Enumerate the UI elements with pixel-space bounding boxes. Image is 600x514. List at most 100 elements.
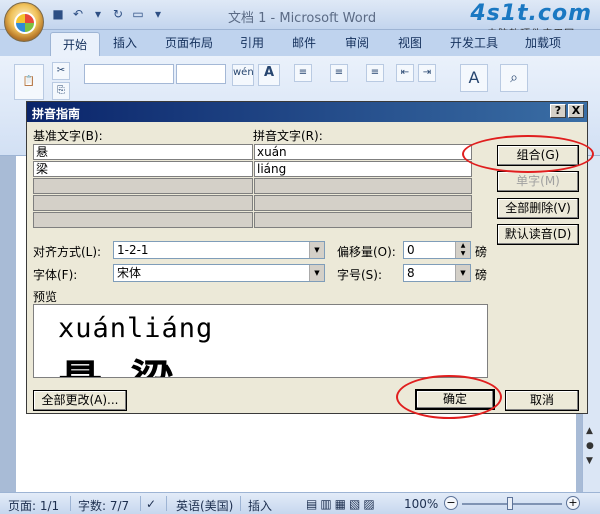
preview-pinyin: xuánliáng <box>58 313 214 344</box>
redo-icon[interactable]: ↻ <box>110 6 126 22</box>
offset-unit: 磅 <box>475 245 488 259</box>
cancel-button[interactable]: 取消 <box>505 390 579 411</box>
tab-view[interactable]: 视图 <box>398 34 422 51</box>
scroll-up-icon[interactable]: ▲ <box>586 426 593 436</box>
quick-access-toolbar: ■ ↶ ▾ ↻ ▭ ▾ <box>50 6 166 22</box>
new-doc-icon[interactable]: ▭ <box>130 6 146 22</box>
offset-label: 偏移量(O): <box>337 245 396 259</box>
font-size-box[interactable] <box>176 64 226 84</box>
word-count[interactable]: 字数: 7/7 <box>78 497 129 514</box>
alignment-value: 1-2-1 <box>117 243 149 257</box>
close-button[interactable]: X <box>568 104 584 118</box>
zoom-in-icon[interactable]: + <box>566 496 580 510</box>
offset-value: 0 <box>407 243 415 257</box>
tab-developer[interactable]: 开发工具 <box>450 34 498 51</box>
tab-insert[interactable]: 插入 <box>113 34 137 51</box>
ruby-text-cell-empty <box>254 178 472 194</box>
size-unit: 磅 <box>475 268 488 282</box>
base-text-label: 基准文字(B): <box>33 129 103 143</box>
clear-all-button[interactable]: 全部删除(V) <box>497 198 579 219</box>
status-divider <box>240 496 241 511</box>
paste-icon[interactable]: 📋 <box>14 64 44 100</box>
page-count[interactable]: 页面: 1/1 <box>8 497 59 514</box>
alignment-dropdown[interactable]: 1-2-1 ▼ <box>113 241 325 259</box>
ribbon-tabs: 开始 插入 页面布局 引用 邮件 审阅 视图 开发工具 加载项 <box>0 30 600 58</box>
title-bar: ■ ↶ ▾ ↻ ▭ ▾ 文档 1 - Microsoft Word 4s1t.c… <box>0 0 600 40</box>
copy-icon[interactable]: ⎘ <box>52 82 70 100</box>
phonetic-guide-dialog: 拼音指南 ? X 基准文字(B): 拼音文字(R): 悬 xuán 梁 lián… <box>26 101 588 414</box>
font-name-box[interactable] <box>84 64 174 84</box>
default-reading-button[interactable]: 默认读音(D) <box>497 224 579 245</box>
save-icon[interactable]: ■ <box>50 6 66 22</box>
help-button[interactable]: ? <box>550 104 566 118</box>
phonetic-guide-icon[interactable]: wén <box>232 64 254 86</box>
dropdown-icon[interactable]: ▾ <box>90 6 106 22</box>
cut-icon[interactable]: ✂ <box>52 62 70 80</box>
tab-review[interactable]: 审阅 <box>345 34 369 51</box>
ruby-text-cell-empty <box>254 212 472 228</box>
ruby-text-cell[interactable]: liáng <box>254 161 472 177</box>
ok-button[interactable]: 确定 <box>415 389 495 410</box>
base-text-cell[interactable]: 悬 <box>33 144 253 160</box>
chevron-down-icon[interactable]: ▼ <box>309 265 324 281</box>
scroll-dot-icon[interactable]: ● <box>586 441 594 451</box>
status-divider <box>166 496 167 511</box>
view-buttons-icon[interactable]: ▤▥▦▧▨ <box>306 497 378 511</box>
zoom-level[interactable]: 100% <box>404 497 438 511</box>
size-dropdown[interactable]: 8 ▼ <box>403 264 471 282</box>
alignment-label: 对齐方式(L): <box>33 245 102 259</box>
undo-icon[interactable]: ↶ <box>70 6 86 22</box>
multilevel-icon[interactable]: ≡ <box>366 64 384 82</box>
tab-mailings[interactable]: 邮件 <box>292 34 316 51</box>
window-title: 文档 1 - Microsoft Word <box>228 11 377 26</box>
find-icon[interactable]: ⌕ <box>500 64 528 92</box>
status-divider <box>140 496 141 511</box>
customize-icon[interactable]: ▾ <box>150 6 166 22</box>
status-bar: 页面: 1/1 字数: 7/7 ✓ 英语(美国) 插入 ▤▥▦▧▨ 100% −… <box>0 492 600 514</box>
decrease-indent-icon[interactable]: ⇤ <box>396 64 414 82</box>
scroll-down-icon[interactable]: ▼ <box>586 456 593 466</box>
tab-home[interactable]: 开始 <box>50 32 101 58</box>
office-button[interactable] <box>4 2 44 42</box>
dialog-title: 拼音指南 <box>32 107 81 121</box>
zoom-out-icon[interactable]: − <box>444 496 458 510</box>
font-label: 字体(F): <box>33 268 78 282</box>
change-all-button[interactable]: 全部更改(A)... <box>33 390 127 411</box>
spinner-arrows-icon[interactable]: ▲ ▼ <box>455 242 470 258</box>
zoom-slider-handle[interactable] <box>507 497 513 510</box>
char-border-icon[interactable]: A <box>258 64 280 86</box>
font-dropdown[interactable]: 宋体 ▼ <box>113 264 325 282</box>
status-divider <box>70 496 71 511</box>
size-value: 8 <box>407 266 415 280</box>
dialog-title-bar: 拼音指南 <box>27 102 587 122</box>
numbering-icon[interactable]: ≡ <box>330 64 348 82</box>
styles-icon[interactable]: A <box>460 64 488 92</box>
spelling-icon[interactable]: ✓ <box>146 497 156 511</box>
offset-spinner[interactable]: 0 ▲ ▼ <box>403 241 471 259</box>
tab-references[interactable]: 引用 <box>240 34 264 51</box>
mono-button[interactable]: 单字(M) <box>497 171 579 192</box>
size-label: 字号(S): <box>337 268 383 282</box>
chevron-down-icon[interactable]: ▼ <box>309 242 324 258</box>
watermark-logo: 4s1t.com <box>470 1 592 26</box>
base-text-cell-empty <box>33 195 253 211</box>
font-value: 宋体 <box>117 266 142 280</box>
increase-indent-icon[interactable]: ⇥ <box>418 64 436 82</box>
ruby-text-cell[interactable]: xuán <box>254 144 472 160</box>
language-indicator[interactable]: 英语(美国) <box>176 497 233 514</box>
chevron-down-icon[interactable]: ▼ <box>455 265 470 281</box>
group-button[interactable]: 组合(G) <box>497 145 579 166</box>
base-text-cell[interactable]: 梁 <box>33 161 253 177</box>
preview-label: 预览 <box>33 290 58 304</box>
insert-mode[interactable]: 插入 <box>248 497 272 514</box>
preview-hanzi: 悬梁 <box>58 345 202 377</box>
ruby-text-label: 拼音文字(R): <box>253 129 323 143</box>
ruby-text-cell-empty <box>254 195 472 211</box>
base-text-cell-empty <box>33 178 253 194</box>
bullets-icon[interactable]: ≡ <box>294 64 312 82</box>
base-text-cell-empty <box>33 212 253 228</box>
preview-box: xuánliáng 悬梁 <box>33 304 488 378</box>
tab-page-layout[interactable]: 页面布局 <box>165 34 213 51</box>
office-logo-icon <box>14 12 36 34</box>
tab-addins[interactable]: 加载项 <box>525 34 561 51</box>
